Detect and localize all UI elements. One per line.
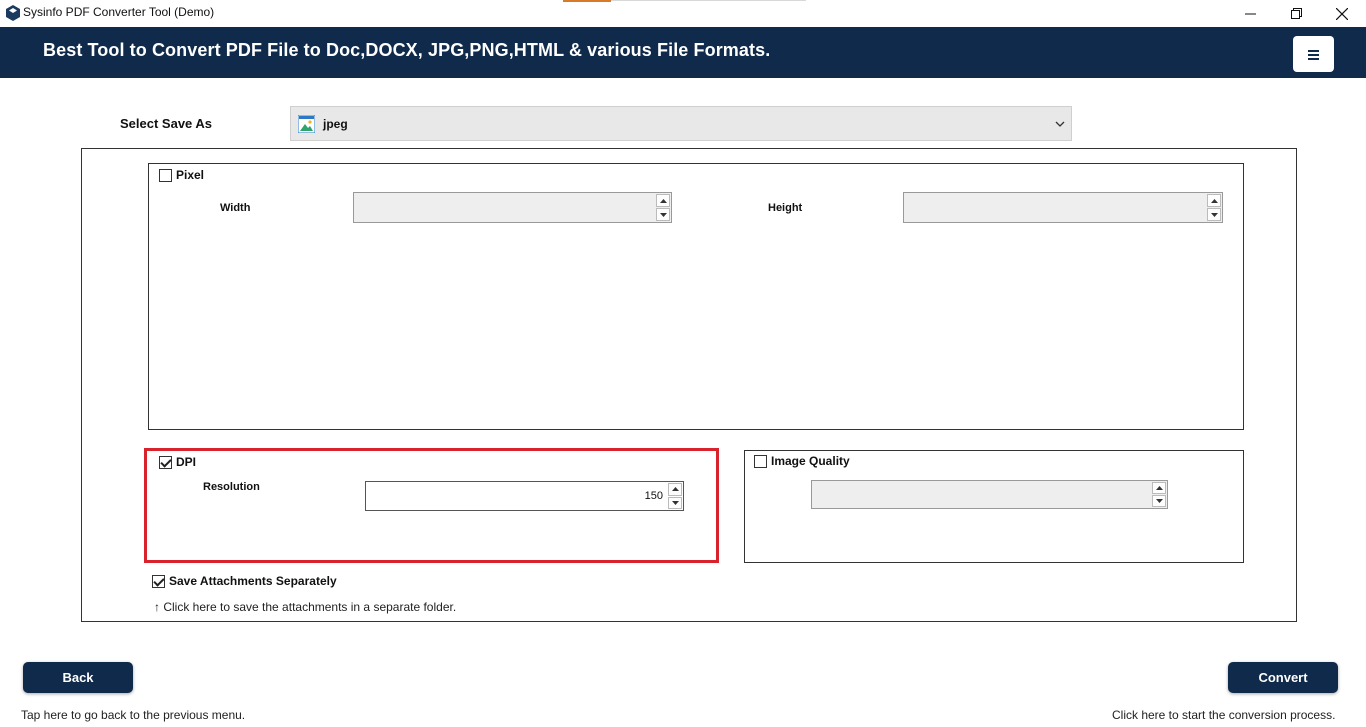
resolution-increment-button[interactable] (668, 483, 682, 496)
resolution-value: 150 (644, 490, 663, 502)
banner-headline: Best Tool to Convert PDF File to Doc,DOC… (43, 40, 771, 60)
width-increment-button[interactable] (656, 194, 670, 207)
width-spinner[interactable] (353, 192, 672, 223)
header-banner: Best Tool to Convert PDF File to Doc,DOC… (0, 27, 1366, 78)
back-button[interactable]: Back (23, 662, 133, 693)
arrow-down-icon (1155, 499, 1163, 503)
width-label: Width (220, 202, 251, 214)
menu-button[interactable] (1293, 36, 1334, 72)
arrow-down-icon (1210, 212, 1218, 217)
dpi-label: DPI (176, 455, 197, 469)
save-as-selected-value: jpeg (323, 117, 348, 131)
save-attachments-hint: ↑ Click here to save the attachments in … (154, 600, 457, 614)
save-as-dropdown[interactable]: jpeg (290, 106, 1072, 141)
image-quality-label: Image Quality (771, 454, 850, 468)
resolution-spinner[interactable]: 150 (365, 481, 684, 511)
image-quality-spinner[interactable] (811, 480, 1168, 509)
minimize-button[interactable] (1227, 0, 1273, 27)
resolution-label: Resolution (203, 481, 260, 493)
convert-hint: Click here to start the conversion proce… (1112, 708, 1336, 722)
image-file-icon (298, 115, 315, 133)
height-increment-button[interactable] (1207, 194, 1221, 207)
quality-decrement-button[interactable] (1152, 495, 1166, 507)
app-logo-icon (6, 5, 20, 21)
close-button[interactable] (1319, 0, 1365, 27)
minimize-icon (1244, 13, 1256, 15)
dpi-checkbox[interactable] (159, 456, 172, 469)
title-bar: Sysinfo PDF Converter Tool (Demo) (0, 0, 1366, 27)
restore-icon (1290, 8, 1302, 19)
width-decrement-button[interactable] (656, 208, 670, 221)
convert-button[interactable]: Convert (1228, 662, 1338, 693)
window-title: Sysinfo PDF Converter Tool (Demo) (23, 5, 215, 19)
chevron-down-icon (1055, 121, 1065, 127)
quality-increment-button[interactable] (1152, 482, 1166, 494)
back-hint: Tap here to go back to the previous menu… (21, 708, 246, 722)
arrow-up-icon (659, 198, 667, 203)
save-as-label: Select Save As (120, 116, 213, 131)
close-icon (1336, 7, 1348, 20)
title-accent-bar (563, 0, 611, 2)
arrow-up-icon (1155, 486, 1163, 490)
arrow-down-icon (671, 500, 679, 505)
hamburger-icon (1308, 49, 1319, 60)
arrow-up-icon (1210, 198, 1218, 203)
save-attachments-label: Save Attachments Separately (169, 574, 337, 588)
pixel-checkbox[interactable] (159, 169, 172, 182)
arrow-down-icon (659, 212, 667, 217)
height-spinner[interactable] (903, 192, 1223, 223)
image-quality-checkbox[interactable] (754, 455, 767, 468)
arrow-up-icon (671, 487, 679, 492)
pixel-label: Pixel (176, 168, 205, 182)
maximize-button[interactable] (1273, 0, 1319, 27)
save-attachments-checkbox[interactable] (152, 575, 165, 588)
height-decrement-button[interactable] (1207, 208, 1221, 221)
title-divider (611, 0, 806, 1)
resolution-decrement-button[interactable] (668, 496, 682, 509)
height-label: Height (768, 202, 803, 214)
